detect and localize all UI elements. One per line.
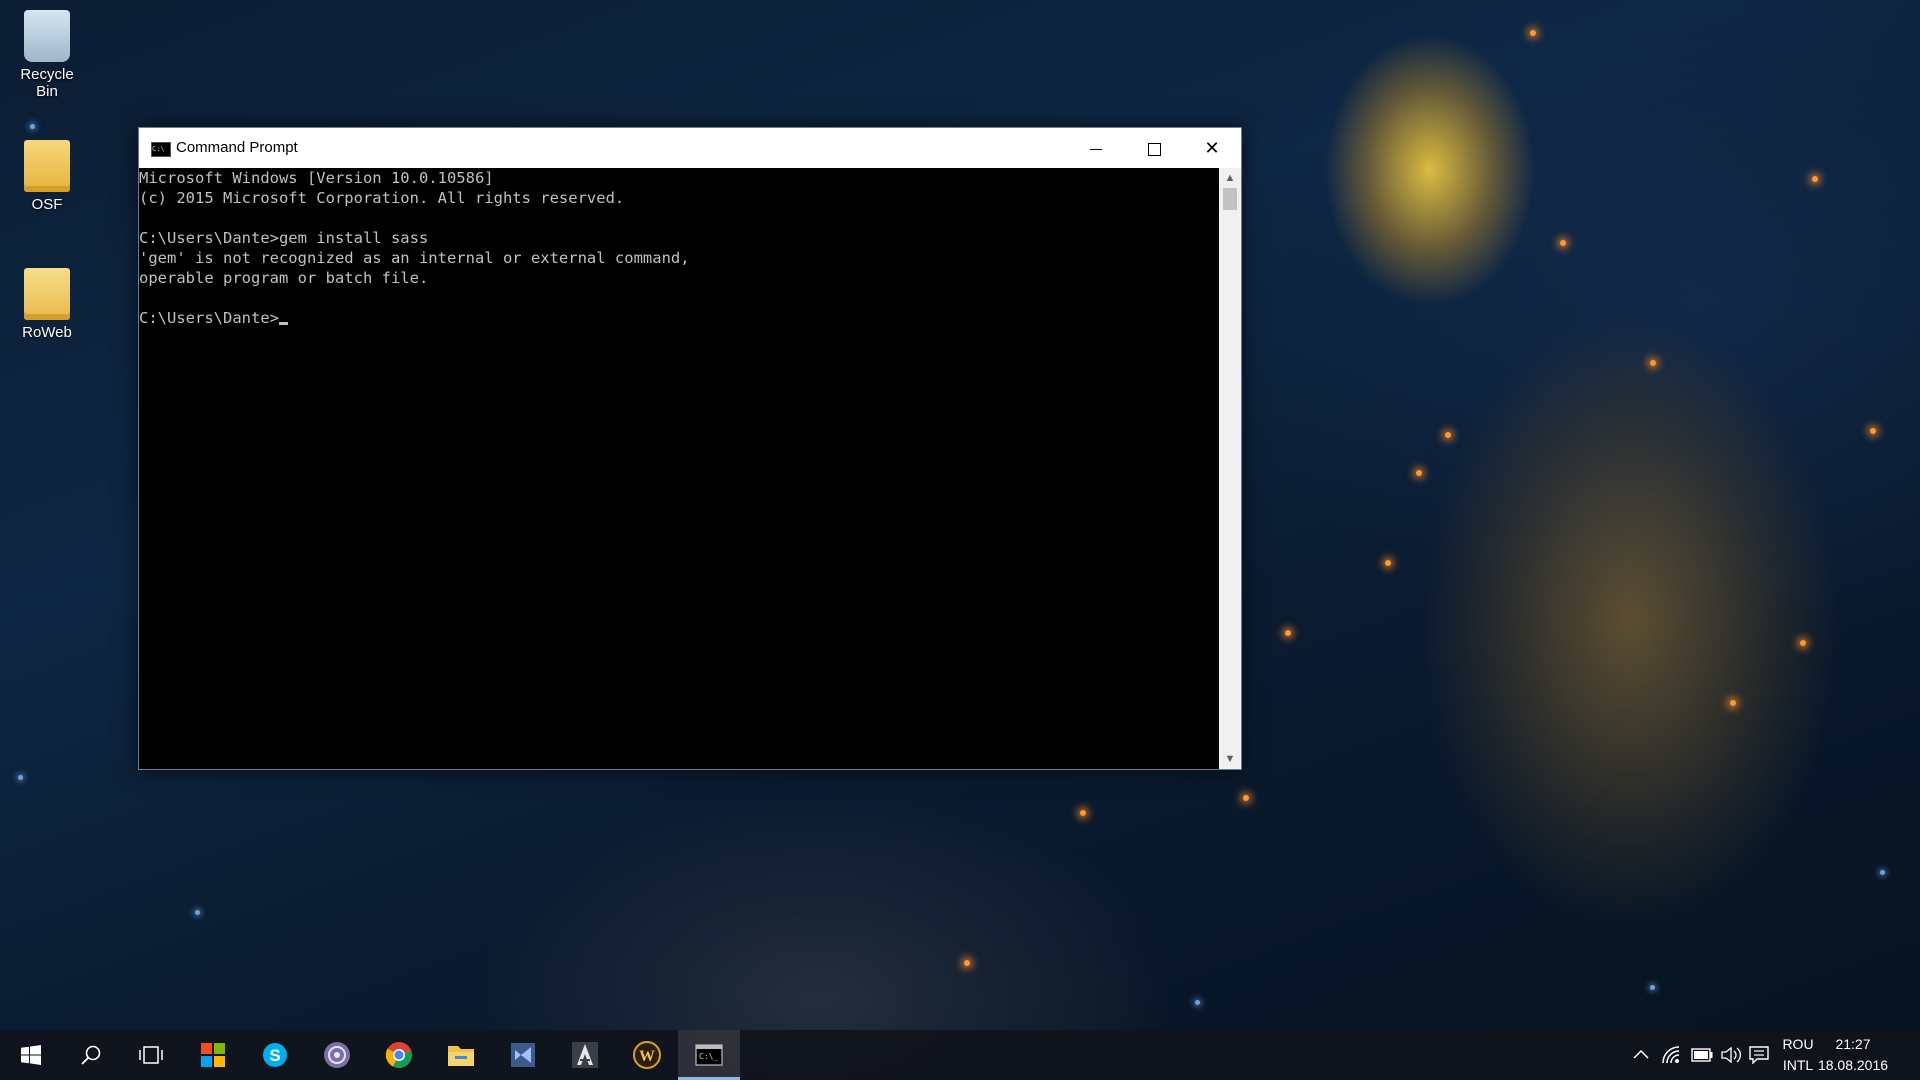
svg-text:C:\_: C:\_ bbox=[699, 1052, 718, 1061]
console-line: (c) 2015 Microsoft Corporation. All righ… bbox=[139, 189, 625, 207]
folder-icon bbox=[24, 268, 70, 320]
command-prompt-window[interactable]: C:\ Command Prompt ✕ Microsoft Windows [… bbox=[138, 127, 1242, 770]
console-line: C:\Users\Dante>gem install sass bbox=[139, 229, 429, 247]
windows-store-icon bbox=[201, 1042, 225, 1067]
wifi-icon[interactable] bbox=[1661, 1045, 1681, 1065]
command-prompt-app[interactable]: C:\_ bbox=[678, 1030, 740, 1080]
cmd-icon: C:\ bbox=[151, 142, 171, 157]
torrent-app[interactable] bbox=[306, 1030, 368, 1080]
cmd-icon: C:\_ bbox=[695, 1044, 723, 1066]
minimize-button[interactable] bbox=[1067, 128, 1125, 168]
desktop-icon-recycle-bin[interactable]: Recycle Bin bbox=[8, 10, 86, 100]
vertical-scrollbar[interactable]: ▲ ▼ bbox=[1219, 168, 1241, 769]
chrome-icon bbox=[385, 1041, 412, 1068]
desktop-icon-label: Recycle Bin bbox=[20, 66, 74, 100]
scrollbar-thumb[interactable] bbox=[1223, 188, 1237, 210]
clock-date: 18.08.2016 bbox=[1817, 1057, 1889, 1073]
desktop-icon-label: RoWeb bbox=[22, 324, 72, 341]
battery-icon[interactable] bbox=[1691, 1048, 1713, 1062]
desktop-icon-label: OSF bbox=[31, 196, 63, 213]
search-button[interactable] bbox=[60, 1030, 122, 1080]
taskbar: S W C:\_ ROU INTL 21:27 18.08.2016 bbox=[0, 1030, 1920, 1080]
text-cursor bbox=[278, 322, 288, 325]
minimize-icon bbox=[1090, 148, 1102, 150]
console-prompt-line[interactable]: C:\Users\Dante> bbox=[139, 308, 1219, 328]
console-line: Microsoft Windows [Version 10.0.10586] bbox=[139, 169, 494, 187]
assassins-creed-icon bbox=[572, 1041, 598, 1068]
volume-icon[interactable] bbox=[1721, 1046, 1741, 1064]
task-view-button[interactable] bbox=[120, 1030, 182, 1080]
maximize-icon bbox=[1147, 142, 1161, 156]
desktop-icon-osf[interactable]: OSF bbox=[8, 140, 86, 213]
skype-app[interactable]: S bbox=[244, 1030, 306, 1080]
chrome-app[interactable] bbox=[368, 1030, 430, 1080]
chevron-up-icon[interactable] bbox=[1633, 1048, 1649, 1060]
console-output[interactable]: Microsoft Windows [Version 10.0.10586] (… bbox=[139, 168, 1219, 769]
task-view-icon bbox=[139, 1046, 163, 1064]
world-of-warcraft-app[interactable]: W bbox=[616, 1030, 678, 1080]
clock[interactable]: 21:27 18.08.2016 bbox=[1808, 1034, 1898, 1076]
scroll-up-arrow[interactable]: ▲ bbox=[1219, 168, 1241, 188]
recycle-bin-icon bbox=[24, 10, 70, 62]
close-button[interactable]: ✕ bbox=[1183, 128, 1241, 168]
assassins-creed-app[interactable] bbox=[554, 1030, 616, 1080]
store-app[interactable] bbox=[182, 1030, 244, 1080]
torrent-icon bbox=[324, 1041, 350, 1068]
windows-logo-icon bbox=[21, 1044, 41, 1065]
visual-studio-icon bbox=[511, 1042, 535, 1067]
skype-icon: S bbox=[263, 1042, 287, 1067]
wow-icon: W bbox=[633, 1040, 661, 1069]
console-line: operable program or batch file. bbox=[139, 269, 429, 287]
folder-icon bbox=[24, 140, 70, 192]
desktop-icon-roweb[interactable]: RoWeb bbox=[8, 268, 86, 341]
window-title: Command Prompt bbox=[176, 139, 298, 156]
search-icon bbox=[81, 1045, 101, 1065]
svg-text:W: W bbox=[639, 1048, 655, 1065]
start-button[interactable] bbox=[0, 1030, 62, 1080]
maximize-button[interactable] bbox=[1125, 128, 1183, 168]
file-explorer-app[interactable] bbox=[430, 1030, 492, 1080]
clock-time: 21:27 bbox=[1835, 1036, 1871, 1052]
scroll-down-arrow[interactable]: ▼ bbox=[1219, 749, 1241, 769]
folder-icon bbox=[448, 1045, 474, 1066]
title-bar[interactable]: C:\ Command Prompt ✕ bbox=[139, 128, 1241, 168]
console-prompt: C:\Users\Dante> bbox=[139, 309, 279, 327]
action-center-icon[interactable] bbox=[1749, 1046, 1769, 1064]
console-line: 'gem' is not recognized as an internal o… bbox=[139, 249, 690, 267]
close-icon: ✕ bbox=[1204, 138, 1220, 158]
svg-text:S: S bbox=[269, 1046, 280, 1065]
visual-studio-app[interactable] bbox=[492, 1030, 554, 1080]
